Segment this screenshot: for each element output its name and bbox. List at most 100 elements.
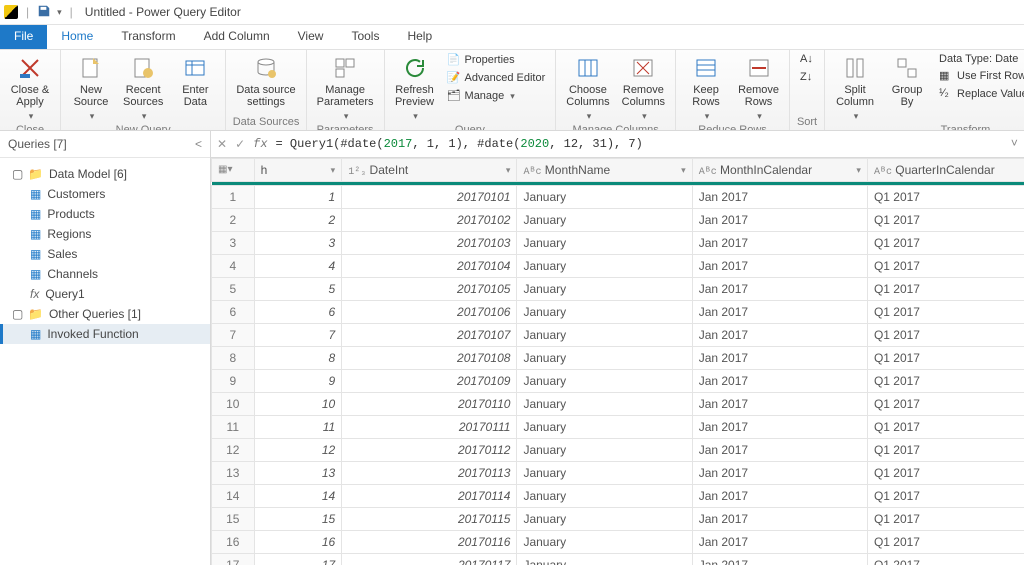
row-number[interactable]: 2 (212, 209, 255, 232)
col-header-quarterincalendar[interactable]: Aᴮc QuarterInCalendar▾ (867, 159, 1024, 182)
tab-add-column[interactable]: Add Column (190, 25, 284, 49)
query-regions[interactable]: ▦Regions (0, 224, 210, 244)
qat-dropdown-icon[interactable]: ▾ (57, 7, 62, 18)
cell-dateint[interactable]: 20170108 (342, 347, 517, 370)
cell-monthincalendar[interactable]: Jan 2017 (692, 186, 867, 209)
cell-h[interactable]: 7 (254, 324, 342, 347)
cell-dateint[interactable]: 20170101 (342, 186, 517, 209)
cell-quarterincalendar[interactable]: Q1 2017 (867, 186, 1024, 209)
recent-sources-button[interactable]: Recent Sources▾ (119, 52, 167, 124)
remove-columns-button[interactable]: Remove Columns▾ (618, 52, 669, 124)
col-header-dateint[interactable]: 1²₃ DateInt▾ (342, 159, 517, 182)
cell-dateint[interactable]: 20170107 (342, 324, 517, 347)
cell-quarterincalendar[interactable]: Q1 2017 (867, 416, 1024, 439)
cell-dateint[interactable]: 20170104 (342, 255, 517, 278)
query-customers[interactable]: ▦Customers (0, 184, 210, 204)
accept-formula-icon[interactable]: ✓ (235, 137, 245, 152)
cell-monthincalendar[interactable]: Jan 2017 (692, 393, 867, 416)
expand-icon[interactable]: ▢ (12, 307, 22, 321)
row-number[interactable]: 6 (212, 301, 255, 324)
cell-h[interactable]: 1 (254, 186, 342, 209)
remove-rows-button[interactable]: Remove Rows▾ (734, 52, 783, 124)
tab-view[interactable]: View (284, 25, 338, 49)
tab-transform[interactable]: Transform (107, 25, 189, 49)
table-row[interactable]: 101020170110JanuaryJan 2017Q1 2017 (212, 393, 1024, 416)
table-row[interactable]: 171720170117JanuaryJan 2017Q1 2017 (212, 554, 1024, 565)
cell-monthincalendar[interactable]: Jan 2017 (692, 324, 867, 347)
cell-monthname[interactable]: January (517, 301, 692, 324)
filter-icon[interactable]: ▾ (681, 165, 686, 176)
cell-monthincalendar[interactable]: Jan 2017 (692, 278, 867, 301)
cell-monthincalendar[interactable]: Jan 2017 (692, 485, 867, 508)
group-by-button[interactable]: Group By (883, 52, 931, 110)
row-number[interactable]: 1 (212, 186, 255, 209)
table-row[interactable]: 4420170104JanuaryJan 2017Q1 2017 (212, 255, 1024, 278)
queries-header[interactable]: Queries [7] < (0, 131, 210, 158)
table-row[interactable]: 161620170116JanuaryJan 2017Q1 2017 (212, 531, 1024, 554)
cell-monthincalendar[interactable]: Jan 2017 (692, 209, 867, 232)
cell-quarterincalendar[interactable]: Q1 2017 (867, 209, 1024, 232)
cell-dateint[interactable]: 20170114 (342, 485, 517, 508)
cell-h[interactable]: 4 (254, 255, 342, 278)
row-number[interactable]: 7 (212, 324, 255, 347)
query-invoked-function[interactable]: ▦Invoked Function (0, 324, 210, 344)
cell-dateint[interactable]: 20170105 (342, 278, 517, 301)
query-sales[interactable]: ▦Sales (0, 244, 210, 264)
cell-dateint[interactable]: 20170111 (342, 416, 517, 439)
split-column-button[interactable]: Split Column▾ (831, 52, 879, 124)
cell-monthname[interactable]: January (517, 508, 692, 531)
table-row[interactable]: 6620170106JanuaryJan 2017Q1 2017 (212, 301, 1024, 324)
col-header-monthname[interactable]: Aᴮc MonthName▾ (517, 159, 692, 182)
cell-h[interactable]: 13 (254, 462, 342, 485)
row-number[interactable]: 16 (212, 531, 255, 554)
cell-quarterincalendar[interactable]: Q1 2017 (867, 508, 1024, 531)
row-number[interactable]: 8 (212, 347, 255, 370)
cell-h[interactable]: 6 (254, 301, 342, 324)
cell-h[interactable]: 2 (254, 209, 342, 232)
cell-h[interactable]: 8 (254, 347, 342, 370)
sort-asc-button[interactable]: A↓ (796, 52, 818, 68)
cell-quarterincalendar[interactable]: Q1 2017 (867, 393, 1024, 416)
table-row[interactable]: 111120170111JanuaryJan 2017Q1 2017 (212, 416, 1024, 439)
cell-quarterincalendar[interactable]: Q1 2017 (867, 439, 1024, 462)
cell-monthincalendar[interactable]: Jan 2017 (692, 531, 867, 554)
cell-monthname[interactable]: January (517, 462, 692, 485)
cell-monthname[interactable]: January (517, 531, 692, 554)
row-number[interactable]: 9 (212, 370, 255, 393)
cell-h[interactable]: 3 (254, 232, 342, 255)
cell-monthname[interactable]: January (517, 370, 692, 393)
table-row[interactable]: 151520170115JanuaryJan 2017Q1 2017 (212, 508, 1024, 531)
cell-monthname[interactable]: January (517, 232, 692, 255)
cell-monthname[interactable]: January (517, 485, 692, 508)
cell-monthincalendar[interactable]: Jan 2017 (692, 301, 867, 324)
query-products[interactable]: ▦Products (0, 204, 210, 224)
use-first-row-button[interactable]: ▦Use First Row as Headers▾ (935, 68, 1024, 84)
cell-dateint[interactable]: 20170109 (342, 370, 517, 393)
cell-monthincalendar[interactable]: Jan 2017 (692, 554, 867, 565)
cell-dateint[interactable]: 20170102 (342, 209, 517, 232)
corner-cell[interactable]: ▦▾ (212, 159, 255, 182)
cell-dateint[interactable]: 20170112 (342, 439, 517, 462)
row-number[interactable]: 14 (212, 485, 255, 508)
row-number[interactable]: 4 (212, 255, 255, 278)
row-number[interactable]: 12 (212, 439, 255, 462)
cell-monthname[interactable]: January (517, 347, 692, 370)
col-header-h[interactable]: h▾ (254, 159, 342, 182)
row-number[interactable]: 17 (212, 554, 255, 565)
cell-quarterincalendar[interactable]: Q1 2017 (867, 485, 1024, 508)
table-row[interactable]: 3320170103JanuaryJan 2017Q1 2017 (212, 232, 1024, 255)
cell-monthname[interactable]: January (517, 416, 692, 439)
cell-monthincalendar[interactable]: Jan 2017 (692, 416, 867, 439)
table-row[interactable]: 141420170114JanuaryJan 2017Q1 2017 (212, 485, 1024, 508)
properties-button[interactable]: 📄Properties (443, 52, 550, 68)
cell-quarterincalendar[interactable]: Q1 2017 (867, 232, 1024, 255)
close-apply-button[interactable]: Close & Apply▾ (6, 52, 54, 124)
cell-monthincalendar[interactable]: Jan 2017 (692, 255, 867, 278)
data-source-settings-button[interactable]: Data source settings (232, 52, 299, 110)
folder-data-model[interactable]: ▢ 📁 Data Model [6] (0, 164, 210, 184)
cell-monthname[interactable]: January (517, 554, 692, 565)
data-type-button[interactable]: Data Type: Date▾ (935, 52, 1024, 66)
manage-button[interactable]: 🗂Manage▾ (443, 88, 550, 104)
keep-rows-button[interactable]: Keep Rows▾ (682, 52, 730, 124)
cell-dateint[interactable]: 20170106 (342, 301, 517, 324)
